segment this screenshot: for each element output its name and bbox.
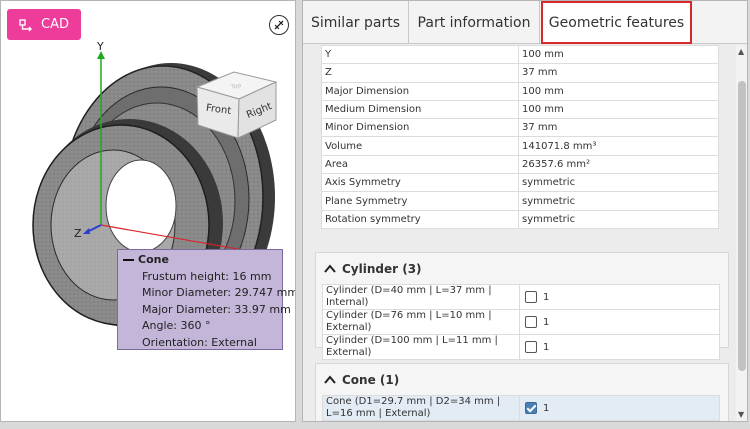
property-value: symmetric: [518, 173, 719, 193]
geometric-features-content[interactable]: Y 100 mm Z 37 mm Major Dimension 100 mm Med…: [303, 45, 735, 421]
table-row: Volume 141071.8 mm³: [321, 136, 719, 156]
cylinder-table: Cylinder (D=40 mm | L=37 mm | Internal) …: [322, 284, 720, 360]
property-key: Y: [321, 45, 519, 65]
property-value: 26357.6 mm²: [518, 154, 719, 175]
feature-checkbox[interactable]: [525, 291, 537, 303]
view-cube[interactable]: Top Front Right: [195, 71, 278, 139]
table-row: Minor Dimension 37 mm: [321, 118, 719, 138]
feature-count-cell: 1: [519, 334, 720, 360]
table-row: Cylinder (D=76 mm | L=10 mm | External) …: [322, 309, 720, 335]
cone-section-header[interactable]: Cone (1): [316, 364, 728, 395]
table-row: Z 37 mm: [321, 63, 719, 83]
cylinder-section-title: Cylinder (3): [342, 261, 422, 276]
table-row: Rotation symmetry symmetric: [321, 209, 719, 229]
popup-orientation: Orientation: External: [142, 335, 257, 349]
cad-button[interactable]: CAD: [7, 9, 81, 40]
property-value: 37 mm: [518, 63, 719, 83]
chevron-up-icon: [324, 263, 336, 273]
table-row: Cone (D1=29.7 mm | D2=34 mm | L=16 mm | …: [322, 395, 720, 421]
details-panel: Similar parts Part information Geometric…: [302, 0, 748, 422]
cad-icon: [19, 18, 32, 31]
popup-frustum-height: Frustum height: 16 mm: [142, 269, 272, 283]
property-key: Area: [321, 154, 519, 175]
table-row: Cylinder (D=40 mm | L=37 mm | Internal) …: [322, 284, 720, 310]
table-row: Area 26357.6 mm²: [321, 154, 719, 175]
cone-section-title: Cone (1): [342, 372, 400, 387]
feature-checkbox[interactable]: [525, 316, 537, 328]
property-key: Medium Dimension: [321, 99, 519, 120]
feature-label: Cylinder (D=40 mm | L=37 mm | Internal): [322, 284, 520, 310]
tab-bar: Similar parts Part information Geometric…: [303, 1, 747, 44]
property-key: Axis Symmetry: [321, 173, 519, 193]
feature-label: Cylinder (D=76 mm | L=10 mm | External): [322, 309, 520, 335]
feature-count: 1: [543, 342, 550, 353]
feature-count: 1: [543, 317, 550, 328]
viewer-tools-button[interactable]: [269, 15, 289, 35]
feature-count-cell: 1: [519, 284, 720, 310]
vertical-scrollbar[interactable]: ▲ ▼: [736, 45, 747, 421]
property-value: 100 mm: [518, 99, 719, 120]
table-row: Cylinder (D=100 mm | L=11 mm | External)…: [322, 334, 720, 360]
chevron-up-icon: [324, 374, 336, 384]
property-value: symmetric: [518, 191, 719, 211]
property-key: Volume: [321, 136, 519, 156]
property-key: Major Dimension: [321, 81, 519, 101]
cone-section: Cone (1) Cone (D1=29.7 mm | D2=34 mm | L…: [315, 363, 729, 421]
property-value: 37 mm: [518, 118, 719, 138]
property-key: Rotation symmetry: [321, 209, 519, 229]
tab-similar-parts[interactable]: Similar parts: [303, 1, 409, 44]
axis-y-label: Y: [96, 40, 104, 53]
feature-checkbox[interactable]: [525, 402, 537, 414]
cylinder-section: Cylinder (3) Cylinder (D=40 mm | L=37 mm…: [315, 252, 729, 360]
cone-table: Cone (D1=29.7 mm | D2=34 mm | L=16 mm | …: [322, 395, 720, 421]
cad-button-label: CAD: [41, 17, 69, 32]
scrollbar-thumb[interactable]: [738, 81, 746, 371]
feature-count: 1: [543, 292, 550, 303]
property-value: 100 mm: [518, 45, 719, 65]
feature-count-cell: 1: [519, 395, 720, 421]
popup-title-row: Cone: [123, 252, 277, 269]
table-row: Medium Dimension 100 mm: [321, 99, 719, 120]
properties-table: Y 100 mm Z 37 mm Major Dimension 100 mm Med…: [321, 45, 719, 229]
popup-angle: Angle: 360 °: [142, 319, 211, 332]
property-key: Z: [321, 63, 519, 83]
popup-minor-diameter: Minor Diameter: 29.747 mm: [142, 286, 296, 299]
property-value: symmetric: [518, 209, 719, 229]
measure-icon: [274, 20, 284, 30]
scroll-down-icon[interactable]: ▼: [738, 410, 744, 419]
feature-label: Cone (D1=29.7 mm | D2=34 mm | L=16 mm | …: [322, 395, 520, 421]
table-row: Y 100 mm: [321, 45, 719, 65]
table-row: Axis Symmetry symmetric: [321, 173, 719, 193]
property-value: 100 mm: [518, 81, 719, 101]
cylinder-section-header[interactable]: Cylinder (3): [316, 253, 728, 284]
tab-geometric-features[interactable]: Geometric features: [541, 1, 692, 44]
axis-z-label: Z: [74, 227, 82, 240]
property-key: Plane Symmetry: [321, 191, 519, 211]
feature-info-popup: Cone Frustum height: 16 mm Minor Diamete…: [117, 249, 296, 350]
cad-viewer-panel[interactable]: Y Z Top Front Right CAD Cone Frustum hei…: [0, 0, 296, 422]
tab-part-information[interactable]: Part information: [409, 1, 540, 44]
popup-title: Cone: [138, 253, 169, 266]
feature-checkbox[interactable]: [525, 341, 537, 353]
scroll-up-icon[interactable]: ▲: [738, 47, 744, 56]
table-row: Major Dimension 100 mm: [321, 81, 719, 101]
property-value: 141071.8 mm³: [518, 136, 719, 156]
property-key: Minor Dimension: [321, 118, 519, 138]
cone-color-swatch: [123, 259, 134, 262]
popup-major-diameter: Major Diameter: 33.97 mm: [142, 302, 291, 316]
feature-count: 1: [543, 403, 550, 414]
feature-count-cell: 1: [519, 309, 720, 335]
feature-label: Cylinder (D=100 mm | L=11 mm | External): [322, 334, 520, 360]
table-row: Plane Symmetry symmetric: [321, 191, 719, 211]
cad-3d-scene[interactable]: Y Z Top Front Right: [1, 1, 296, 422]
